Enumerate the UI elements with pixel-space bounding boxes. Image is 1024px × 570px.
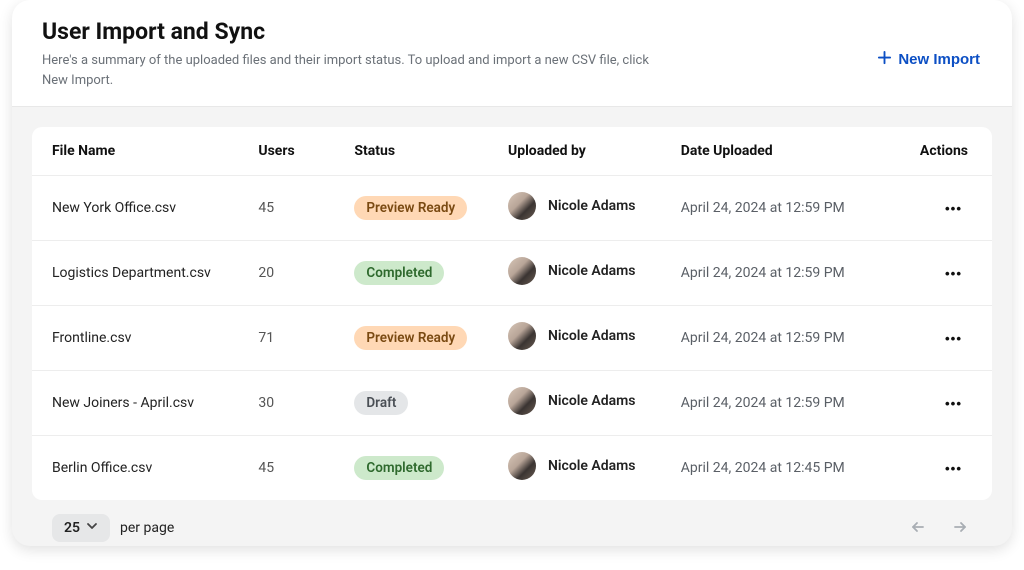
cell-file-name: New York Office.csv: [32, 176, 238, 241]
table-header-row: File Name Users Status Uploaded by Date …: [32, 127, 992, 176]
row-actions-button[interactable]: •••: [939, 457, 968, 480]
page-size-select[interactable]: 25: [52, 514, 110, 542]
col-header-uploaded-by: Uploaded by: [488, 127, 661, 176]
row-actions-button[interactable]: •••: [939, 327, 968, 350]
cell-status: Preview Ready: [334, 176, 488, 241]
table-row: New York Office.csv 45 Preview Ready Nic…: [32, 176, 992, 241]
status-badge: Completed: [354, 456, 444, 480]
cell-uploaded-by: Nicole Adams: [488, 306, 661, 371]
cell-date-uploaded: April 24, 2024 at 12:59 PM: [661, 306, 891, 371]
arrow-left-icon: [910, 523, 926, 538]
imports-table-wrap: File Name Users Status Uploaded by Date …: [32, 127, 992, 500]
more-icon: •••: [945, 396, 962, 411]
cell-users: 20: [238, 241, 334, 306]
cell-date-uploaded: April 24, 2024 at 12:59 PM: [661, 371, 891, 436]
cell-date-uploaded: April 24, 2024 at 12:45 PM: [661, 436, 891, 501]
status-badge: Completed: [354, 261, 444, 285]
uploader: Nicole Adams: [508, 257, 636, 285]
page-card: User Import and Sync Here's a summary of…: [12, 0, 1012, 546]
page-title: User Import and Sync: [42, 18, 662, 45]
status-badge: Preview Ready: [354, 326, 467, 350]
col-header-date-uploaded: Date Uploaded: [661, 127, 891, 176]
row-actions-button[interactable]: •••: [939, 197, 968, 220]
arrow-right-icon: [952, 523, 968, 538]
page-size-value: 25: [64, 520, 80, 536]
cell-actions: •••: [891, 306, 992, 371]
cell-date-uploaded: April 24, 2024 at 12:59 PM: [661, 241, 891, 306]
cell-actions: •••: [891, 241, 992, 306]
next-page-button[interactable]: [948, 515, 972, 542]
cell-status: Preview Ready: [334, 306, 488, 371]
uploader-name: Nicole Adams: [548, 393, 636, 409]
header-text: User Import and Sync Here's a summary of…: [42, 18, 662, 90]
avatar: [508, 192, 536, 220]
content-area: File Name Users Status Uploaded by Date …: [12, 107, 1012, 546]
cell-status: Completed: [334, 241, 488, 306]
col-header-actions: Actions: [891, 127, 992, 176]
table-row: Berlin Office.csv 45 Completed Nicole Ad…: [32, 436, 992, 501]
page-size-control: 25 per page: [52, 514, 174, 542]
uploader-name: Nicole Adams: [548, 198, 636, 214]
avatar: [508, 322, 536, 350]
cell-users: 30: [238, 371, 334, 436]
cell-uploaded-by: Nicole Adams: [488, 436, 661, 501]
row-actions-button[interactable]: •••: [939, 392, 968, 415]
table-row: New Joiners - April.csv 30 Draft Nicole …: [32, 371, 992, 436]
cell-uploaded-by: Nicole Adams: [488, 176, 661, 241]
pager-arrows: [906, 515, 972, 542]
cell-users: 45: [238, 436, 334, 501]
col-header-status: Status: [334, 127, 488, 176]
new-import-label: New Import: [898, 51, 980, 68]
more-icon: •••: [945, 201, 962, 216]
more-icon: •••: [945, 461, 962, 476]
cell-status: Completed: [334, 436, 488, 501]
cell-file-name: Logistics Department.csv: [32, 241, 238, 306]
page-subtitle: Here's a summary of the uploaded files a…: [42, 51, 662, 90]
avatar: [508, 387, 536, 415]
prev-page-button[interactable]: [906, 515, 930, 542]
cell-uploaded-by: Nicole Adams: [488, 241, 661, 306]
cell-file-name: Frontline.csv: [32, 306, 238, 371]
cell-file-name: New Joiners - April.csv: [32, 371, 238, 436]
cell-actions: •••: [891, 436, 992, 501]
cell-users: 45: [238, 176, 334, 241]
cell-actions: •••: [891, 371, 992, 436]
uploader: Nicole Adams: [508, 387, 636, 415]
uploader-name: Nicole Adams: [548, 263, 636, 279]
more-icon: •••: [945, 266, 962, 281]
plus-icon: [877, 50, 892, 69]
col-header-file-name: File Name: [32, 127, 238, 176]
status-badge: Preview Ready: [354, 196, 467, 220]
col-header-users: Users: [238, 127, 334, 176]
status-badge: Draft: [354, 391, 408, 415]
chevron-down-icon: [86, 520, 98, 536]
row-actions-button[interactable]: •••: [939, 262, 968, 285]
cell-users: 71: [238, 306, 334, 371]
table-footer: 25 per page: [32, 500, 992, 542]
imports-table: File Name Users Status Uploaded by Date …: [32, 127, 992, 500]
more-icon: •••: [945, 331, 962, 346]
uploader: Nicole Adams: [508, 452, 636, 480]
avatar: [508, 257, 536, 285]
table-row: Frontline.csv 71 Preview Ready Nicole Ad…: [32, 306, 992, 371]
new-import-button[interactable]: New Import: [875, 46, 982, 73]
uploader: Nicole Adams: [508, 192, 636, 220]
cell-status: Draft: [334, 371, 488, 436]
uploader-name: Nicole Adams: [548, 458, 636, 474]
uploader-name: Nicole Adams: [548, 328, 636, 344]
cell-uploaded-by: Nicole Adams: [488, 371, 661, 436]
page-header: User Import and Sync Here's a summary of…: [12, 0, 1012, 107]
table-row: Logistics Department.csv 20 Completed Ni…: [32, 241, 992, 306]
cell-file-name: Berlin Office.csv: [32, 436, 238, 501]
uploader: Nicole Adams: [508, 322, 636, 350]
cell-actions: •••: [891, 176, 992, 241]
per-page-label: per page: [120, 520, 174, 536]
avatar: [508, 452, 536, 480]
cell-date-uploaded: April 24, 2024 at 12:59 PM: [661, 176, 891, 241]
